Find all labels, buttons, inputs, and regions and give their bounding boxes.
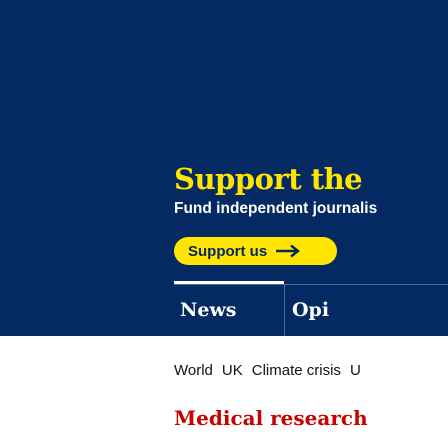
page: Support the Fund independent journalis S… bbox=[0, 0, 448, 448]
subnav-item-uk[interactable]: UK bbox=[222, 362, 243, 379]
support-title: Support the bbox=[174, 162, 363, 196]
nav-pillar-opinion[interactable]: Opi bbox=[292, 284, 329, 336]
site-header: Support the Fund independent journalis S… bbox=[0, 0, 448, 336]
nav-pillar-news[interactable]: News bbox=[180, 284, 237, 336]
subnav-item-climate-crisis[interactable]: Climate crisis bbox=[252, 362, 341, 379]
pillar-divider bbox=[284, 284, 285, 336]
sub-navigation: World UK Climate crisis U bbox=[174, 362, 361, 379]
support-us-label: Support us bbox=[188, 242, 268, 260]
arrow-right-icon bbox=[276, 244, 301, 258]
section-heading: Medical research bbox=[174, 406, 368, 430]
support-subtitle: Fund independent journalis bbox=[174, 200, 378, 217]
subnav-item-world[interactable]: World bbox=[174, 362, 213, 379]
support-us-button[interactable]: Support us bbox=[174, 237, 337, 265]
subnav-item-truncated[interactable]: U bbox=[350, 362, 361, 379]
